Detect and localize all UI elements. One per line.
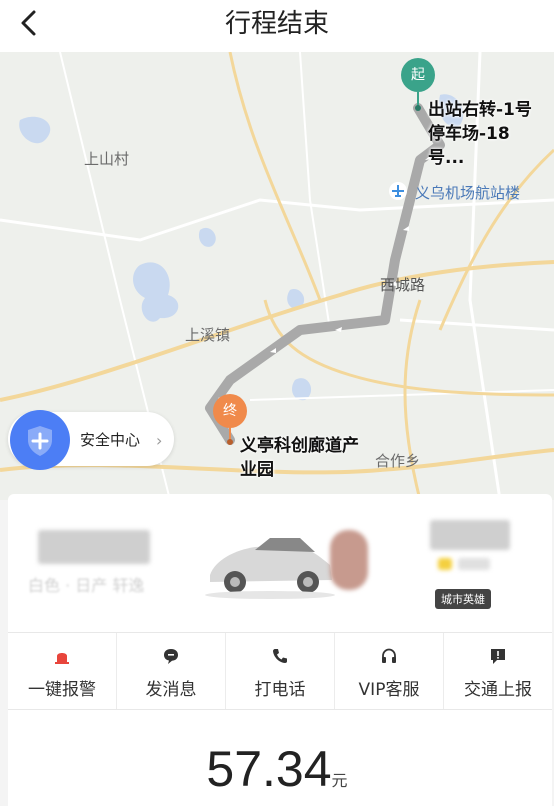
report-icon <box>491 649 505 664</box>
phone-icon <box>273 649 287 663</box>
emergency-button[interactable]: 一键报警 <box>8 633 117 709</box>
start-pin-icon[interactable]: 起 <box>401 58 435 92</box>
driver-rating-blurred <box>438 558 452 570</box>
fare-display: 57.34元 <box>0 740 554 798</box>
car-image <box>200 520 340 600</box>
divider <box>8 709 552 710</box>
start-address: 出站右转-1号停车场-18号... <box>428 100 532 168</box>
shield-icon <box>10 410 70 470</box>
call-label: 打电话 <box>254 680 306 700</box>
safety-center-button[interactable]: 安全中心 › <box>8 410 174 470</box>
map-label-hezuo: 合作乡 <box>375 452 421 470</box>
city-hero-badge: 城市英雄 <box>435 589 491 609</box>
emergency-label: 一键报警 <box>28 680 96 700</box>
vip-service-label: VIP客服 <box>358 680 420 700</box>
map-label-xicheng: 西城路 <box>380 276 426 294</box>
top-bar: 行程结束 <box>0 0 554 52</box>
chevron-right-icon: › <box>156 431 163 450</box>
traffic-report-label: 交通上报 <box>464 680 532 700</box>
end-pin-icon[interactable]: 终 <box>213 394 247 428</box>
message-button[interactable]: 发消息 <box>117 633 226 709</box>
headset-icon <box>382 648 396 663</box>
page-title: 行程结束 <box>224 9 329 39</box>
driver-name-blurred <box>430 520 510 550</box>
message-label: 发消息 <box>145 680 197 700</box>
map-label-shangshan: 上山村 <box>84 150 130 168</box>
traffic-report-button[interactable]: 交通上报 <box>444 633 552 709</box>
safety-center-label: 安全中心 <box>80 431 141 449</box>
end-address: 义亭科创廊道产业园 <box>240 436 359 480</box>
driver-avatar <box>330 530 368 590</box>
fare-amount: 57.34 <box>206 741 332 797</box>
driver-rating-text-blurred <box>458 558 490 570</box>
call-button[interactable]: 打电话 <box>226 633 335 709</box>
car-description: 白色 · 日产 轩逸 <box>28 576 145 595</box>
map-label-shangxi: 上溪镇 <box>185 326 231 344</box>
fare-unit: 元 <box>331 771 348 790</box>
alarm-icon <box>55 653 69 664</box>
map-label-airport: 义乌机场航站楼 <box>415 184 521 202</box>
plate-number-blurred <box>38 530 150 564</box>
trip-end-screen: 行程结束 上山村 义乌机场航站楼 西城路 上溪镇 合作乡 起 出站右转-1号停车… <box>0 0 554 806</box>
action-bar: 一键报警 发消息 打电话 VIP客服 交通上报 <box>8 633 552 709</box>
message-icon <box>164 649 178 664</box>
vip-service-button[interactable]: VIP客服 <box>335 633 444 709</box>
